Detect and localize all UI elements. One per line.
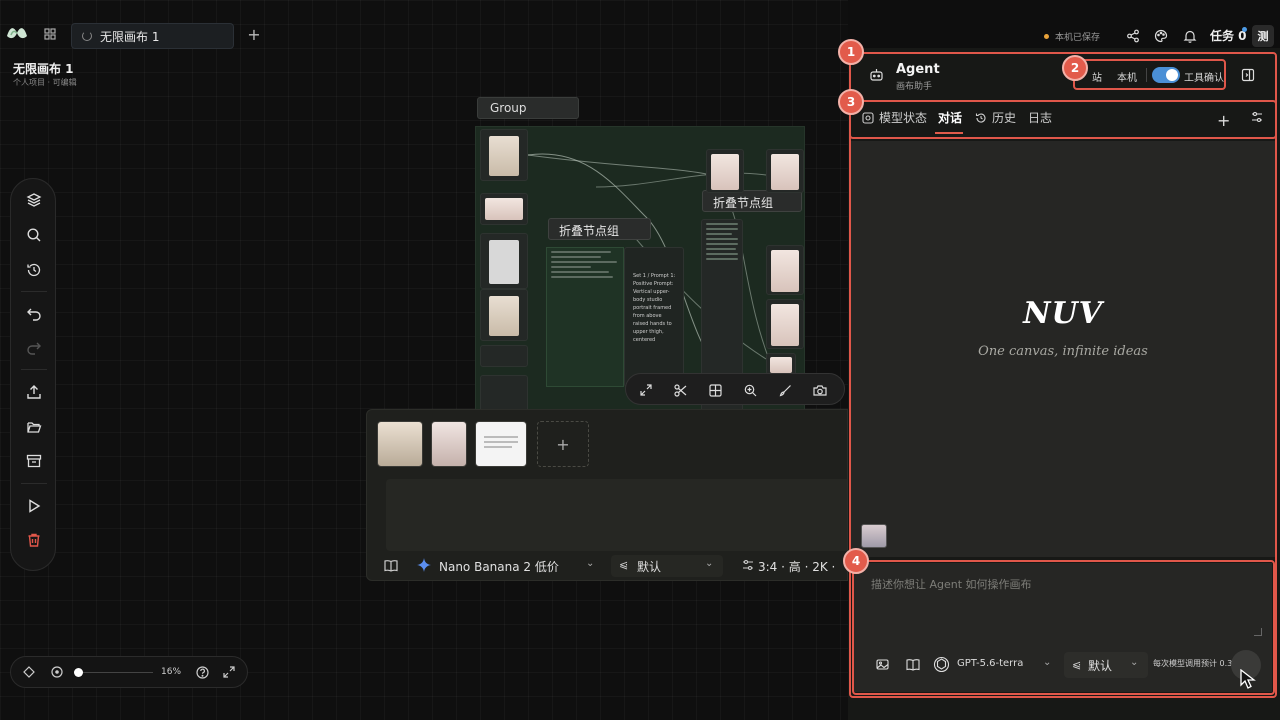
annotation-badge: 3	[838, 89, 864, 115]
image-node[interactable]	[766, 353, 796, 375]
chevron-down-icon[interactable]: ⌄	[586, 558, 594, 569]
prompt-text: Set 1 / Prompt 1: Positive Prompt: Verti…	[633, 273, 676, 343]
prompt-input[interactable]	[386, 479, 847, 551]
generation-options: Nano Banana 2 低价 ⌄ ⩿ 默认 ⌄ 3:4 · 高 · 2K ·	[367, 555, 847, 577]
delete-icon[interactable]	[23, 529, 45, 551]
camera-icon[interactable]	[811, 381, 829, 399]
folder-open-icon[interactable]	[23, 416, 45, 438]
project-subtitle: 个人项目 · 可编辑	[13, 78, 77, 87]
prompt-text-node[interactable]: Set 1 / Prompt 1: Positive Prompt: Verti…	[624, 247, 684, 387]
image-node[interactable]	[766, 299, 804, 349]
image-node[interactable]	[480, 129, 528, 181]
fold-group-label[interactable]: 折叠节点组	[548, 218, 651, 240]
reference-document[interactable]	[475, 421, 527, 467]
project-title: 无限画布 1	[13, 62, 74, 76]
zoom-slider[interactable]	[75, 672, 153, 673]
annotation-box-2	[1073, 59, 1226, 90]
image-node[interactable]	[480, 233, 528, 289]
zoom-slider-handle[interactable]	[74, 668, 83, 677]
brush-icon[interactable]	[776, 381, 794, 399]
add-reference-button[interactable]: +	[537, 421, 589, 467]
image-node[interactable]	[706, 149, 744, 193]
status-dot	[1044, 34, 1049, 39]
help-icon[interactable]	[196, 666, 209, 679]
annotation-badge: 2	[1062, 55, 1088, 81]
undo-icon[interactable]	[23, 303, 45, 325]
floating-toolbar	[625, 373, 845, 405]
image-node[interactable]	[766, 149, 804, 193]
settings-sliders-icon[interactable]	[742, 559, 754, 571]
empty-node[interactable]	[480, 345, 528, 367]
diamond-icon[interactable]	[23, 666, 35, 678]
archive-icon[interactable]	[23, 450, 45, 472]
model-name[interactable]: Nano Banana 2 低价	[439, 558, 559, 575]
loading-spinner-icon	[82, 31, 92, 41]
play-icon[interactable]	[23, 495, 45, 517]
annotation-box-4	[852, 560, 1275, 695]
grid-split-icon[interactable]	[706, 381, 724, 399]
layers-icon[interactable]	[23, 189, 45, 211]
annotation-badge: 1	[838, 39, 864, 65]
annotation-box-3	[849, 100, 1277, 139]
share-icon[interactable]	[1124, 27, 1142, 45]
upload-icon[interactable]	[23, 381, 45, 403]
fold-group-label[interactable]: 折叠节点组	[702, 190, 802, 212]
app-logo[interactable]	[5, 24, 29, 42]
search-icon[interactable]	[23, 224, 45, 246]
style-select[interactable]: ⩿ 默认 ⌄	[611, 555, 723, 577]
style-icon: ⩿	[619, 558, 629, 571]
reference-image[interactable]	[377, 421, 423, 467]
expand-icon[interactable]	[223, 666, 235, 678]
chevron-down-icon: ⌄	[705, 558, 714, 569]
generation-params[interactable]: 3:4 · 高 · 2K ·	[758, 558, 835, 575]
history-icon[interactable]	[23, 259, 45, 281]
image-node[interactable]	[766, 245, 804, 295]
tasks-indicator-dot	[1242, 27, 1247, 32]
left-toolbar	[10, 178, 56, 571]
generation-panel: + Nano Banana 2 低价 ⌄ ⩿ 默认 ⌄ 3:4 · 高 · 2K…	[366, 409, 848, 581]
zoom-level: 16%	[161, 667, 182, 677]
expand-icon[interactable]	[637, 381, 655, 399]
zoom-in-icon[interactable]	[741, 381, 759, 399]
avatar[interactable]: 测	[1252, 25, 1274, 47]
image-node[interactable]	[480, 289, 528, 341]
reference-image[interactable]	[431, 421, 467, 467]
group-label[interactable]: Group	[477, 97, 579, 119]
save-status: 本机已保存	[1044, 30, 1100, 43]
new-tab-button[interactable]: +	[245, 25, 263, 44]
tab-canvas[interactable]: 无限画布 1	[71, 23, 234, 49]
bell-icon[interactable]	[1181, 27, 1199, 45]
text-node[interactable]	[546, 247, 624, 387]
scissors-icon[interactable]	[671, 381, 689, 399]
image-node[interactable]	[480, 193, 528, 225]
fit-view-icon[interactable]	[51, 666, 63, 678]
apps-grid-icon[interactable]	[40, 24, 60, 44]
tab-label: 无限画布 1	[100, 29, 160, 44]
gemini-sparkle-icon	[417, 558, 431, 572]
palette-icon[interactable]	[1152, 27, 1170, 45]
book-icon[interactable]	[384, 559, 398, 572]
annotation-badge: 4	[843, 548, 869, 574]
zoom-bar: 16%	[10, 656, 248, 688]
redo-icon[interactable]	[23, 337, 45, 359]
